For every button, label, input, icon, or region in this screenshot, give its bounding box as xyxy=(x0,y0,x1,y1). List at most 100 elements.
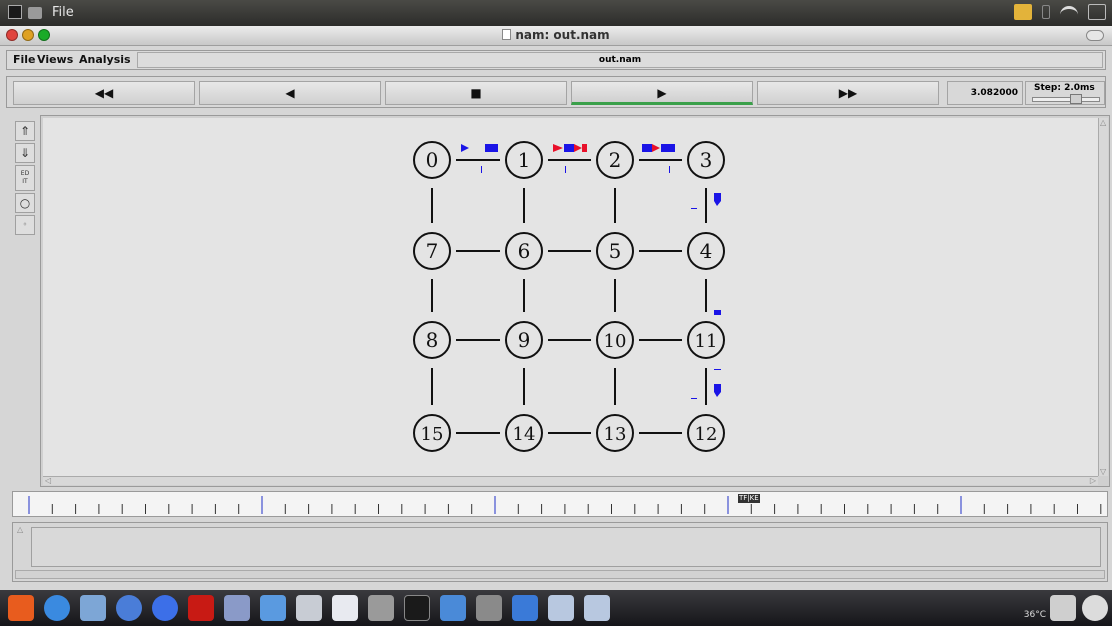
packet xyxy=(485,144,498,152)
ubuntu-launcher-icon[interactable] xyxy=(8,595,34,621)
packet xyxy=(714,201,721,206)
app-icon[interactable] xyxy=(8,5,44,21)
finder-icon[interactable] xyxy=(512,595,538,621)
media-icon[interactable] xyxy=(188,595,214,621)
launcher-dock: 36°C xyxy=(0,590,1112,626)
packet xyxy=(714,369,721,370)
canvas-vertical-scrollbar[interactable]: △ ▽ xyxy=(1098,118,1108,476)
node-label: 10 xyxy=(604,331,627,352)
packet xyxy=(714,310,721,315)
people-icon[interactable] xyxy=(116,595,142,621)
menu-analysis[interactable]: Analysis xyxy=(79,53,131,66)
packet xyxy=(714,384,721,392)
step-label: Step: 2.0ms xyxy=(1034,83,1095,93)
stop-button[interactable]: ■ xyxy=(385,81,567,105)
network-node[interactable]: 10 xyxy=(596,321,634,359)
wifi-icon[interactable] xyxy=(1060,6,1078,18)
step-slider-thumb[interactable] xyxy=(1070,94,1082,104)
network-canvas[interactable]: 0 1 2 3 7 6 5 4 8 9 10 11 15 14 13 12 xyxy=(43,118,1098,476)
battery-icon[interactable] xyxy=(1088,4,1106,20)
node-label: 9 xyxy=(518,328,531,352)
music-player-icon[interactable] xyxy=(152,595,178,621)
calculator-icon[interactable] xyxy=(368,595,394,621)
settings-icon[interactable] xyxy=(476,595,502,621)
topology-diagram: 0 1 2 37 6 5 48 9 10 1115 14 13 12 xyxy=(413,141,725,452)
network-node[interactable]: 3 xyxy=(687,141,725,179)
browser-icon[interactable] xyxy=(44,595,70,621)
image-viewer-icon[interactable] xyxy=(80,595,106,621)
circle-tool-icon[interactable]: ○ xyxy=(15,193,35,213)
menu-file[interactable]: File xyxy=(13,53,36,66)
play-button[interactable]: ▶ xyxy=(571,81,753,105)
timeline-marker[interactable]: TF|KE xyxy=(738,494,760,503)
playback-toolbar: ◀◀ ◀ ■ ▶ ▶▶ 3.082000 Step: 2.0ms xyxy=(6,76,1106,108)
annotation-horizontal-scrollbar[interactable] xyxy=(15,570,1105,579)
step-control: Step: 2.0ms xyxy=(1025,81,1105,105)
node-label: 4 xyxy=(700,239,713,263)
folder-icon[interactable] xyxy=(440,595,466,621)
node-label: 7 xyxy=(426,239,439,263)
packet xyxy=(661,144,675,152)
network-node[interactable]: 5 xyxy=(596,232,634,270)
zoom-out-icon[interactable]: ⇓ xyxy=(15,143,35,163)
toolbar-toggle-button[interactable] xyxy=(1086,30,1104,41)
packet xyxy=(714,392,721,397)
network-node[interactable]: 14 xyxy=(505,414,543,452)
trace-file-label: out.nam xyxy=(137,52,1103,68)
zoom-in-icon[interactable]: ⇑ xyxy=(15,121,35,141)
rewind-button[interactable]: ◀◀ xyxy=(13,81,195,105)
node-label: 3 xyxy=(700,148,713,172)
terminal-icon[interactable] xyxy=(404,595,430,621)
timeline-ruler[interactable]: TF|KE xyxy=(12,491,1108,517)
network-node[interactable]: 15 xyxy=(413,414,451,452)
annotation-list[interactable] xyxy=(31,527,1101,567)
small-circle-tool-icon[interactable]: ◦ xyxy=(15,215,35,235)
system-file-menu[interactable]: File xyxy=(52,5,74,20)
network-node[interactable]: 12 xyxy=(687,414,725,452)
packet xyxy=(481,166,482,173)
bluetooth-icon[interactable] xyxy=(1042,5,1050,19)
menu-views[interactable]: Views xyxy=(37,53,73,66)
node-label: 0 xyxy=(426,148,439,172)
canvas-horizontal-scrollbar[interactable]: ◁ ▷ xyxy=(43,476,1098,485)
network-node[interactable]: 8 xyxy=(413,321,451,359)
scroll-up-icon[interactable]: △ xyxy=(17,525,23,534)
packet xyxy=(691,208,697,209)
camera-icon[interactable] xyxy=(260,595,286,621)
tool-strip: ⇑ ⇓ ED IT ○ ◦ xyxy=(12,117,38,487)
packet xyxy=(565,166,566,173)
packet xyxy=(714,193,721,201)
network-canvas-frame: 0 1 2 3 7 6 5 4 8 9 10 11 15 14 13 12 △ ▽ ◁ ▷ xyxy=(40,115,1110,487)
node-label: 1 xyxy=(518,148,531,172)
fast-forward-button[interactable]: ▶▶ xyxy=(757,81,939,105)
window-title: nam: out.nam xyxy=(0,28,1112,42)
edit-button[interactable]: ED IT xyxy=(15,165,35,191)
system-top-bar: File xyxy=(0,0,1112,26)
mail-icon[interactable] xyxy=(1050,595,1076,621)
window-2-icon[interactable] xyxy=(584,595,610,621)
document-icon xyxy=(502,29,512,40)
app-menu-bar: File Views Analysis out.nam xyxy=(6,50,1106,70)
scanner-icon[interactable] xyxy=(296,595,322,621)
network-node[interactable]: 1 xyxy=(505,141,543,179)
updates-icon[interactable] xyxy=(1014,4,1032,20)
network-node[interactable]: 0 xyxy=(413,141,451,179)
network-node[interactable]: 11 xyxy=(687,321,725,359)
network-node[interactable]: 9 xyxy=(505,321,543,359)
step-slider-track[interactable] xyxy=(1032,97,1100,102)
clock-icon[interactable] xyxy=(1082,595,1108,621)
node-label: 11 xyxy=(695,331,718,352)
packet xyxy=(652,144,660,152)
current-time-display: 3.082000 xyxy=(947,81,1023,105)
network-node[interactable]: 6 xyxy=(505,232,543,270)
photo-tool-icon[interactable] xyxy=(224,595,250,621)
step-back-button[interactable]: ◀ xyxy=(199,81,381,105)
window-title-bar: nam: out.nam xyxy=(0,26,1112,46)
text-editor-icon[interactable] xyxy=(332,595,358,621)
network-node[interactable]: 7 xyxy=(413,232,451,270)
network-node[interactable]: 13 xyxy=(596,414,634,452)
network-node[interactable]: 2 xyxy=(596,141,634,179)
network-node[interactable]: 4 xyxy=(687,232,725,270)
node-label: 13 xyxy=(604,424,627,445)
window-icon[interactable] xyxy=(548,595,574,621)
